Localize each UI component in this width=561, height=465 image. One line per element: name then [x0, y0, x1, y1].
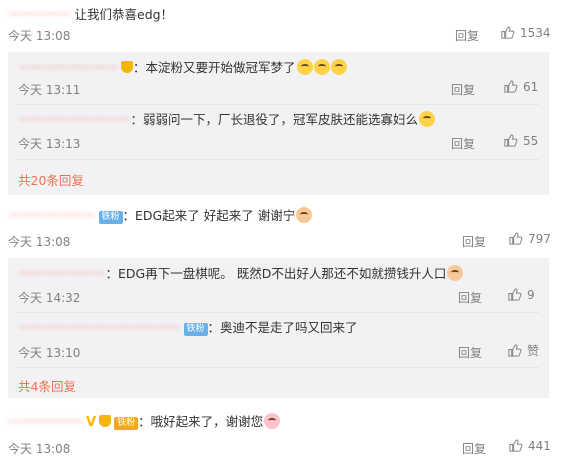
reply-1-1-time: 今天 13:11	[18, 83, 81, 97]
comment-2-like-button[interactable]: 797	[508, 231, 551, 246]
reply-2-2-body: 一一一一一一一一一一一一一 铁粉 ：奥迪不是走了吗又回来了	[18, 319, 358, 337]
cat-emoji-icon	[296, 207, 313, 223]
comment-2-text: ：EDG起来了 好起来了 谢谢宁	[122, 208, 296, 223]
reply-1-2-like-button[interactable]: 55	[503, 133, 538, 148]
reply-2-1-time: 今天 14:32	[18, 291, 81, 305]
laugh-emoji-icon	[330, 59, 347, 75]
comment-1-reply-button[interactable]: 回复	[455, 27, 479, 44]
reply-2-2-time: 今天 13:10	[18, 346, 81, 360]
laugh-emoji-icon	[296, 59, 313, 75]
reply-1-1-username[interactable]: 一一一一一一一一	[18, 60, 118, 75]
divider	[18, 367, 539, 368]
verified-v-icon: V	[86, 415, 97, 430]
iron-fan-badge: 铁粉	[114, 417, 139, 430]
wink-emoji-icon	[419, 111, 436, 127]
comment-1-like-button[interactable]: 1534	[500, 25, 551, 40]
thumbs-up-icon	[508, 344, 522, 357]
comment-1-username[interactable]: 一一一一一	[8, 7, 71, 22]
reply-1-2-time: 今天 13:13	[18, 137, 81, 151]
comment-3-time: 今天 13:08	[8, 442, 71, 456]
reply-2-2-like-count: 赞	[527, 344, 540, 358]
reply-2-1-like-button[interactable]: 9	[507, 287, 535, 302]
divider	[18, 312, 539, 313]
reply-1-1-body: 一一一一一一一一 ：本淀粉又要开始做冠军梦了	[18, 59, 347, 77]
thumbs-up-icon	[501, 26, 515, 39]
divider	[18, 159, 539, 160]
fan-medal-icon	[99, 415, 112, 427]
comment-2-body: 一一一一一一一 铁粉 ：EDG起来了 好起来了 谢谢宁	[8, 207, 313, 225]
comment-1-time: 今天 13:08	[8, 29, 71, 43]
reply-1-1-reply-button[interactable]: 回复	[451, 81, 475, 98]
reply-1-2-username[interactable]: 一一一一一一一一一	[18, 112, 131, 127]
comment-3-reply-button[interactable]: 回复	[462, 440, 486, 457]
comment-2-reply-button[interactable]: 回复	[462, 233, 486, 250]
comment-3-like-button[interactable]: 441	[508, 438, 551, 453]
thumbs-up-icon	[509, 232, 523, 245]
thumbs-up-icon	[508, 288, 522, 301]
thumbs-up-icon	[504, 134, 518, 147]
comment-1-body: 一一一一一 让我们恭喜edg！	[8, 6, 173, 24]
comment-3-username[interactable]: 一一一一一一	[8, 414, 83, 429]
reply-2-2-text: ：奥迪不是走了吗又回来了	[207, 320, 358, 335]
reply-1-2-like-count: 55	[523, 133, 539, 148]
comment-1-text: 让我们恭喜edg！	[74, 7, 174, 22]
comment-2-time: 今天 13:08	[8, 235, 71, 249]
comment-1-replies: 一一一一一一一一 ：本淀粉又要开始做冠军梦了 今天 13:11 回复 61 一一一…	[8, 52, 549, 195]
reply-1-2-reply-button[interactable]: 回复	[451, 135, 475, 152]
thumbs-up-icon	[504, 80, 518, 93]
comment-3-like-count: 441	[528, 438, 551, 453]
fan-medal-icon	[121, 61, 134, 73]
comment-2-replies: 一一一一一一一：EDG再下一盘棋呢。 既然D不出好人那还不如就攒钱升人口 今天 …	[8, 258, 549, 398]
reply-1-1-like-button[interactable]: 61	[503, 79, 538, 94]
comment-3-text: ：哦好起来了，谢谢您	[138, 414, 264, 429]
comment-thread: 一一一一一 让我们恭喜edg！ 今天 13:08 回复 1534 一一一一一一一…	[0, 0, 561, 465]
reply-2-1-reply-button[interactable]: 回复	[458, 289, 482, 306]
comment-2-username[interactable]: 一一一一一一一	[8, 208, 96, 223]
reply-1-2-body: 一一一一一一一一一：弱弱问一下，厂长退役了，冠军皮肤还能选寡妇么	[18, 111, 436, 129]
comment-2-like-count: 797	[528, 231, 551, 246]
comment-2-more-replies-link[interactable]: 共4条回复	[18, 376, 76, 395]
reply-2-2-username[interactable]: 一一一一一一一一一一一一一	[18, 320, 181, 335]
cat-emoji-icon	[447, 265, 464, 281]
reply-2-1-like-count: 9	[527, 287, 535, 302]
iron-fan-badge: 铁粉	[183, 323, 208, 336]
reply-1-1-like-count: 61	[523, 79, 539, 94]
comment-1-more-replies-link[interactable]: 共20条回复	[18, 170, 84, 189]
reply-2-2-like-button[interactable]: 赞	[507, 342, 539, 359]
reply-1-2-text: ：弱弱问一下，厂长退役了，冠军皮肤还能选寡妇么	[130, 112, 419, 127]
comment-3-body: 一一一一一一 V 铁粉 ：哦好起来了，谢谢您	[8, 413, 281, 432]
reply-2-1-text: ：EDG再下一盘棋呢。 既然D不出好人那还不如就攒钱升人口	[105, 266, 447, 281]
reply-2-2-reply-button[interactable]: 回复	[458, 344, 482, 361]
thumbs-up-icon	[509, 439, 523, 452]
iron-fan-badge: 铁粉	[98, 211, 123, 224]
reply-2-1-username[interactable]: 一一一一一一一	[18, 266, 106, 281]
laugh-emoji-icon	[313, 59, 330, 75]
divider	[18, 104, 539, 105]
reply-1-1-text: ：本淀粉又要开始做冠军梦了	[133, 60, 296, 75]
reply-2-1-body: 一一一一一一一：EDG再下一盘棋呢。 既然D不出好人那还不如就攒钱升人口	[18, 265, 464, 283]
comment-1-like-count: 1534	[520, 25, 551, 40]
pig-emoji-icon	[264, 413, 281, 429]
